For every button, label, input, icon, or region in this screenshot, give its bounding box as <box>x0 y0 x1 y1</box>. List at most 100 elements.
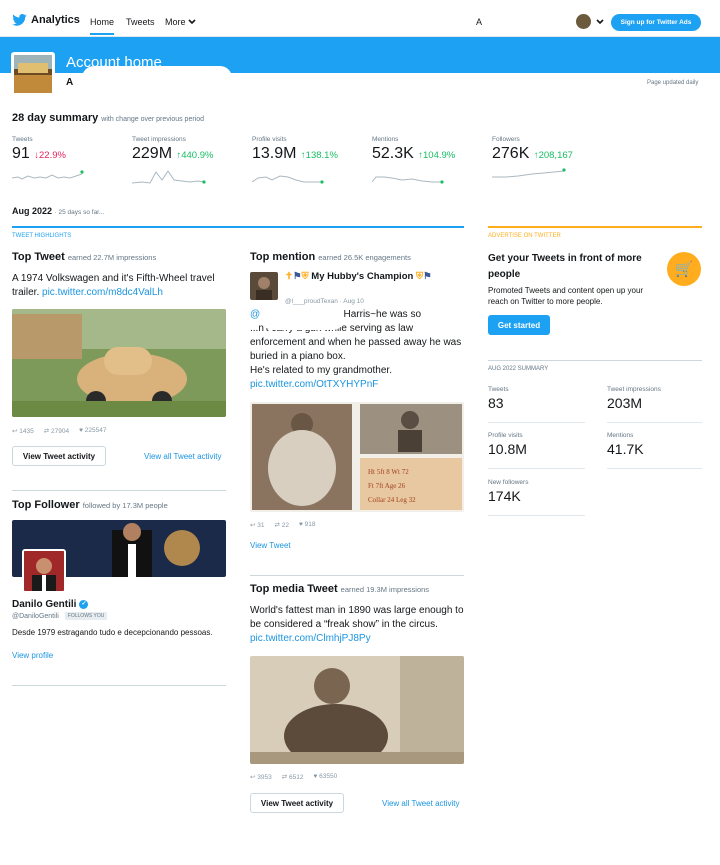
stat-label: Mentions <box>372 136 399 143</box>
stat-mentions: Mentions 52.3K ↑104.9% <box>372 136 455 163</box>
summary-value: 41.7K <box>607 441 644 457</box>
top-media-link[interactable]: pic.twitter.com/ClmhjPJ8Py <box>250 633 371 644</box>
follower-bio: Desde 1979 estragando tudo e decepcionan… <box>12 628 213 637</box>
summary-profile-visits: Profile visits 10.8M <box>488 432 527 457</box>
summary-impressions: Tweet impressions 203M <box>607 386 661 411</box>
stat-impressions: Tweet impressions 229M ↑440.9% <box>132 136 213 163</box>
change-up: ↑104.9% <box>418 150 456 161</box>
retweet-icon: ⇄ <box>274 522 280 529</box>
summary-value: 203M <box>607 395 643 411</box>
view-all-tweet-activity-link[interactable]: View all Tweet activity <box>144 452 222 461</box>
sparkline <box>492 168 566 178</box>
divider <box>488 360 702 361</box>
summary-value: 174K <box>488 488 521 504</box>
nav-more[interactable]: More <box>165 17 196 27</box>
top-mention-title: Top mention <box>250 251 316 263</box>
mention-author[interactable]: ✝⚑⛨ My Hubby's Champion ⛨⚑ <box>285 271 432 282</box>
summary-value: 83 <box>488 395 504 411</box>
nav-tweets[interactable]: Tweets <box>126 17 155 27</box>
mention-handle: @l___proudTexan <box>285 298 338 305</box>
view-tweet-activity-button[interactable]: View Tweet activity <box>250 793 344 813</box>
cross-icon: ✝ <box>285 271 293 282</box>
highlights-divider <box>12 226 464 228</box>
stat-followers: Followers 276K ↑208,167 <box>492 136 573 163</box>
svg-text:Ft 7ft Age 26: Ft 7ft Age 26 <box>368 482 406 490</box>
highlights-label: TWEET HIGHLIGHTS <box>12 233 72 239</box>
nav-home[interactable]: Home <box>90 17 115 35</box>
month-heading: Aug 2022 · 25 days so far... <box>12 206 104 216</box>
svg-text:Collar 24 Leg 32: Collar 24 Leg 32 <box>368 496 416 504</box>
stat-value: 229M ↑440.9% <box>132 145 214 162</box>
view-profile-link[interactable]: View profile <box>12 651 53 660</box>
divider <box>250 575 464 576</box>
stat-label: Tweet impressions <box>132 136 186 143</box>
stat-label: Profile visits <box>252 136 287 143</box>
summary-title: 28 day summary <box>12 112 99 124</box>
stat-value: 52.3K ↑104.9% <box>372 145 456 162</box>
follower-avatar[interactable] <box>22 549 66 593</box>
summary-subtitle: with change over previous period <box>101 116 205 123</box>
get-started-button[interactable]: Get started <box>488 315 550 335</box>
change-down: ↓22.9% <box>34 150 66 161</box>
shield-icon: ⛨ <box>301 271 309 282</box>
summary-label: New followers <box>488 479 529 486</box>
reply-icon: ↩ <box>250 774 256 781</box>
profile-picture <box>11 52 55 96</box>
divider <box>12 490 226 491</box>
app-name: Analytics <box>31 14 80 26</box>
divider <box>488 468 585 469</box>
reply-count: ↩ 31 <box>250 522 265 529</box>
stat-value: 91 ↓22.9% <box>12 145 66 162</box>
mention-avatar[interactable] <box>250 272 278 300</box>
shield-icon: ⛨ <box>415 271 424 282</box>
mention-image[interactable]: Ht 5ft 8 Wt 72 Ft 7ft Age 26 Collar 24 Leg… <box>250 402 464 512</box>
top-media-earned: earned 19.3M impressions <box>340 585 430 594</box>
user-avatar[interactable] <box>576 14 591 29</box>
mention-link[interactable]: pic.twitter.com/OtTXYHYPnF <box>250 379 378 390</box>
month-label: Aug 2022 <box>12 206 53 216</box>
mention-tag[interactable]: @ <box>250 309 260 320</box>
summary-label: Tweets <box>488 386 509 393</box>
top-tweet-image[interactable] <box>12 309 226 417</box>
stat-profile-visits: Profile visits 13.9M ↑138.1% <box>252 136 338 163</box>
follower-name[interactable]: Danilo Gentili <box>12 599 76 610</box>
top-media-image[interactable] <box>250 656 464 764</box>
top-tweet-earned: earned 22.7M impressions <box>67 253 157 262</box>
reply-icon: ↩ <box>250 522 256 529</box>
top-tweet-text: A 1974 Volkswagen and it's Fifth-Wheel t… <box>12 273 215 298</box>
sparkline <box>372 176 444 184</box>
twitter-bird-icon <box>12 14 27 26</box>
change-up: ↑138.1% <box>300 150 338 161</box>
nav-more-label: More <box>165 17 186 27</box>
chevron-down-icon <box>187 19 196 25</box>
flag-icon: ⚑ <box>423 271 432 282</box>
mention-date: · Aug 10 <box>339 298 364 305</box>
account-switcher-label[interactable]: A <box>476 17 482 27</box>
view-tweet-link[interactable]: View Tweet <box>250 541 291 550</box>
advertise-body: Promoted Tweets and content open up your… <box>488 286 644 306</box>
top-media-heading: Top media Tweet earned 19.3M impressions <box>250 583 429 595</box>
follower-name-row: Danilo Gentili ✓ <box>12 599 89 610</box>
signup-ads-button[interactable]: Sign up for Twitter Ads <box>611 14 701 31</box>
summary-tweets: Tweets 83 <box>488 386 509 411</box>
retweet-count: ⇄ 27904 <box>43 428 70 435</box>
summary-label: Mentions <box>607 432 634 439</box>
reply-count: ↩ 1435 <box>12 428 34 435</box>
view-all-tweet-activity-link[interactable]: View all Tweet activity <box>382 799 460 808</box>
retweet-icon: ⇄ <box>281 774 288 781</box>
verified-icon: ✓ <box>79 600 89 609</box>
top-tweet-link[interactable]: pic.twitter.com/m8dc4ValLh <box>42 287 163 298</box>
summary-value: 10.8M <box>488 441 527 457</box>
top-bar: Analytics Home Tweets More A Sign up for… <box>0 0 720 37</box>
view-tweet-activity-button[interactable]: View Tweet activity <box>12 446 106 466</box>
chevron-down-icon[interactable] <box>596 19 604 25</box>
top-follower-followed: followed by 17.3M people <box>82 501 168 510</box>
month-note: · 25 days so far... <box>54 209 105 216</box>
summary-label: Tweet impressions <box>607 386 661 393</box>
redaction-mark <box>82 66 232 96</box>
retweet-count: ⇄ 6512 <box>281 774 304 781</box>
like-count: ♥ 225547 <box>79 427 107 434</box>
analytics-logo[interactable]: Analytics <box>12 14 80 26</box>
follows-you-badge: FOLLOWS YOU <box>64 612 108 620</box>
follower-handle: @DaniloGentili <box>12 612 59 620</box>
